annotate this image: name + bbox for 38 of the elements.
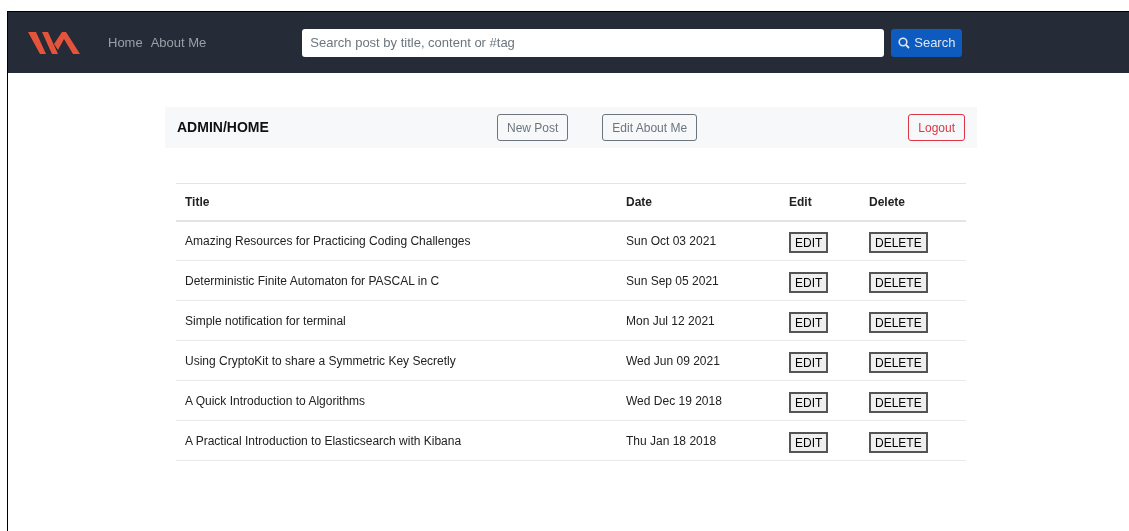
delete-button[interactable]: DELETE: [869, 431, 928, 453]
action-button[interactable]: New Post: [497, 114, 569, 141]
action-button[interactable]: Logout: [908, 114, 965, 141]
edit-button[interactable]: EDIT: [789, 231, 829, 253]
edit-button[interactable]: EDIT: [789, 351, 829, 373]
post-title: Deterministic Finite Automaton for PASCAL in C: [185, 273, 440, 288]
delete-button[interactable]: DELETE: [869, 391, 928, 413]
post-date: Sun Sep 05 2021: [626, 273, 719, 288]
nav-link[interactable]: About Me: [150, 32, 207, 53]
column-header: Date: [626, 194, 652, 209]
post-date: Wed Jun 09 2021: [626, 353, 720, 368]
post-date: Wed Dec 19 2018: [626, 393, 722, 408]
post-date: Mon Jul 12 2021: [626, 313, 715, 328]
edit-button[interactable]: EDIT: [789, 271, 829, 293]
post-title: Simple notification for terminal: [185, 313, 346, 328]
post-title: A Practical Introduction to Elasticsearch with Kibana: [185, 433, 462, 448]
column-header: Title: [185, 194, 210, 209]
logo-icon[interactable]: [28, 29, 80, 56]
edit-button[interactable]: EDIT: [789, 431, 829, 453]
post-title: Using CryptoKit to share a Symmetric Key Secretly: [185, 353, 456, 368]
search-field[interactable]: Search post by title, content or #tag: [302, 28, 885, 57]
delete-button[interactable]: DELETE: [869, 311, 928, 333]
search-button[interactable]: Search: [891, 28, 963, 57]
action-button[interactable]: Edit About Me: [602, 114, 698, 141]
post-date: Thu Jan 18 2018: [626, 433, 717, 448]
post-title: Amazing Resources for Practicing Coding Challenges: [185, 233, 471, 248]
edit-button[interactable]: EDIT: [789, 391, 829, 413]
delete-button[interactable]: DELETE: [869, 271, 928, 293]
column-header: Delete: [869, 194, 906, 209]
delete-button[interactable]: DELETE: [869, 351, 928, 373]
delete-button[interactable]: DELETE: [869, 231, 928, 253]
edit-button[interactable]: EDIT: [789, 311, 829, 333]
column-header: Edit: [789, 194, 812, 209]
search-icon: [898, 36, 911, 49]
post-title: A Quick Introduction to Algorithms: [185, 393, 366, 408]
page-heading: ADMIN/HOME: [177, 118, 270, 137]
nav-link[interactable]: Home: [108, 32, 143, 53]
post-date: Sun Oct 03 2021: [626, 233, 717, 248]
